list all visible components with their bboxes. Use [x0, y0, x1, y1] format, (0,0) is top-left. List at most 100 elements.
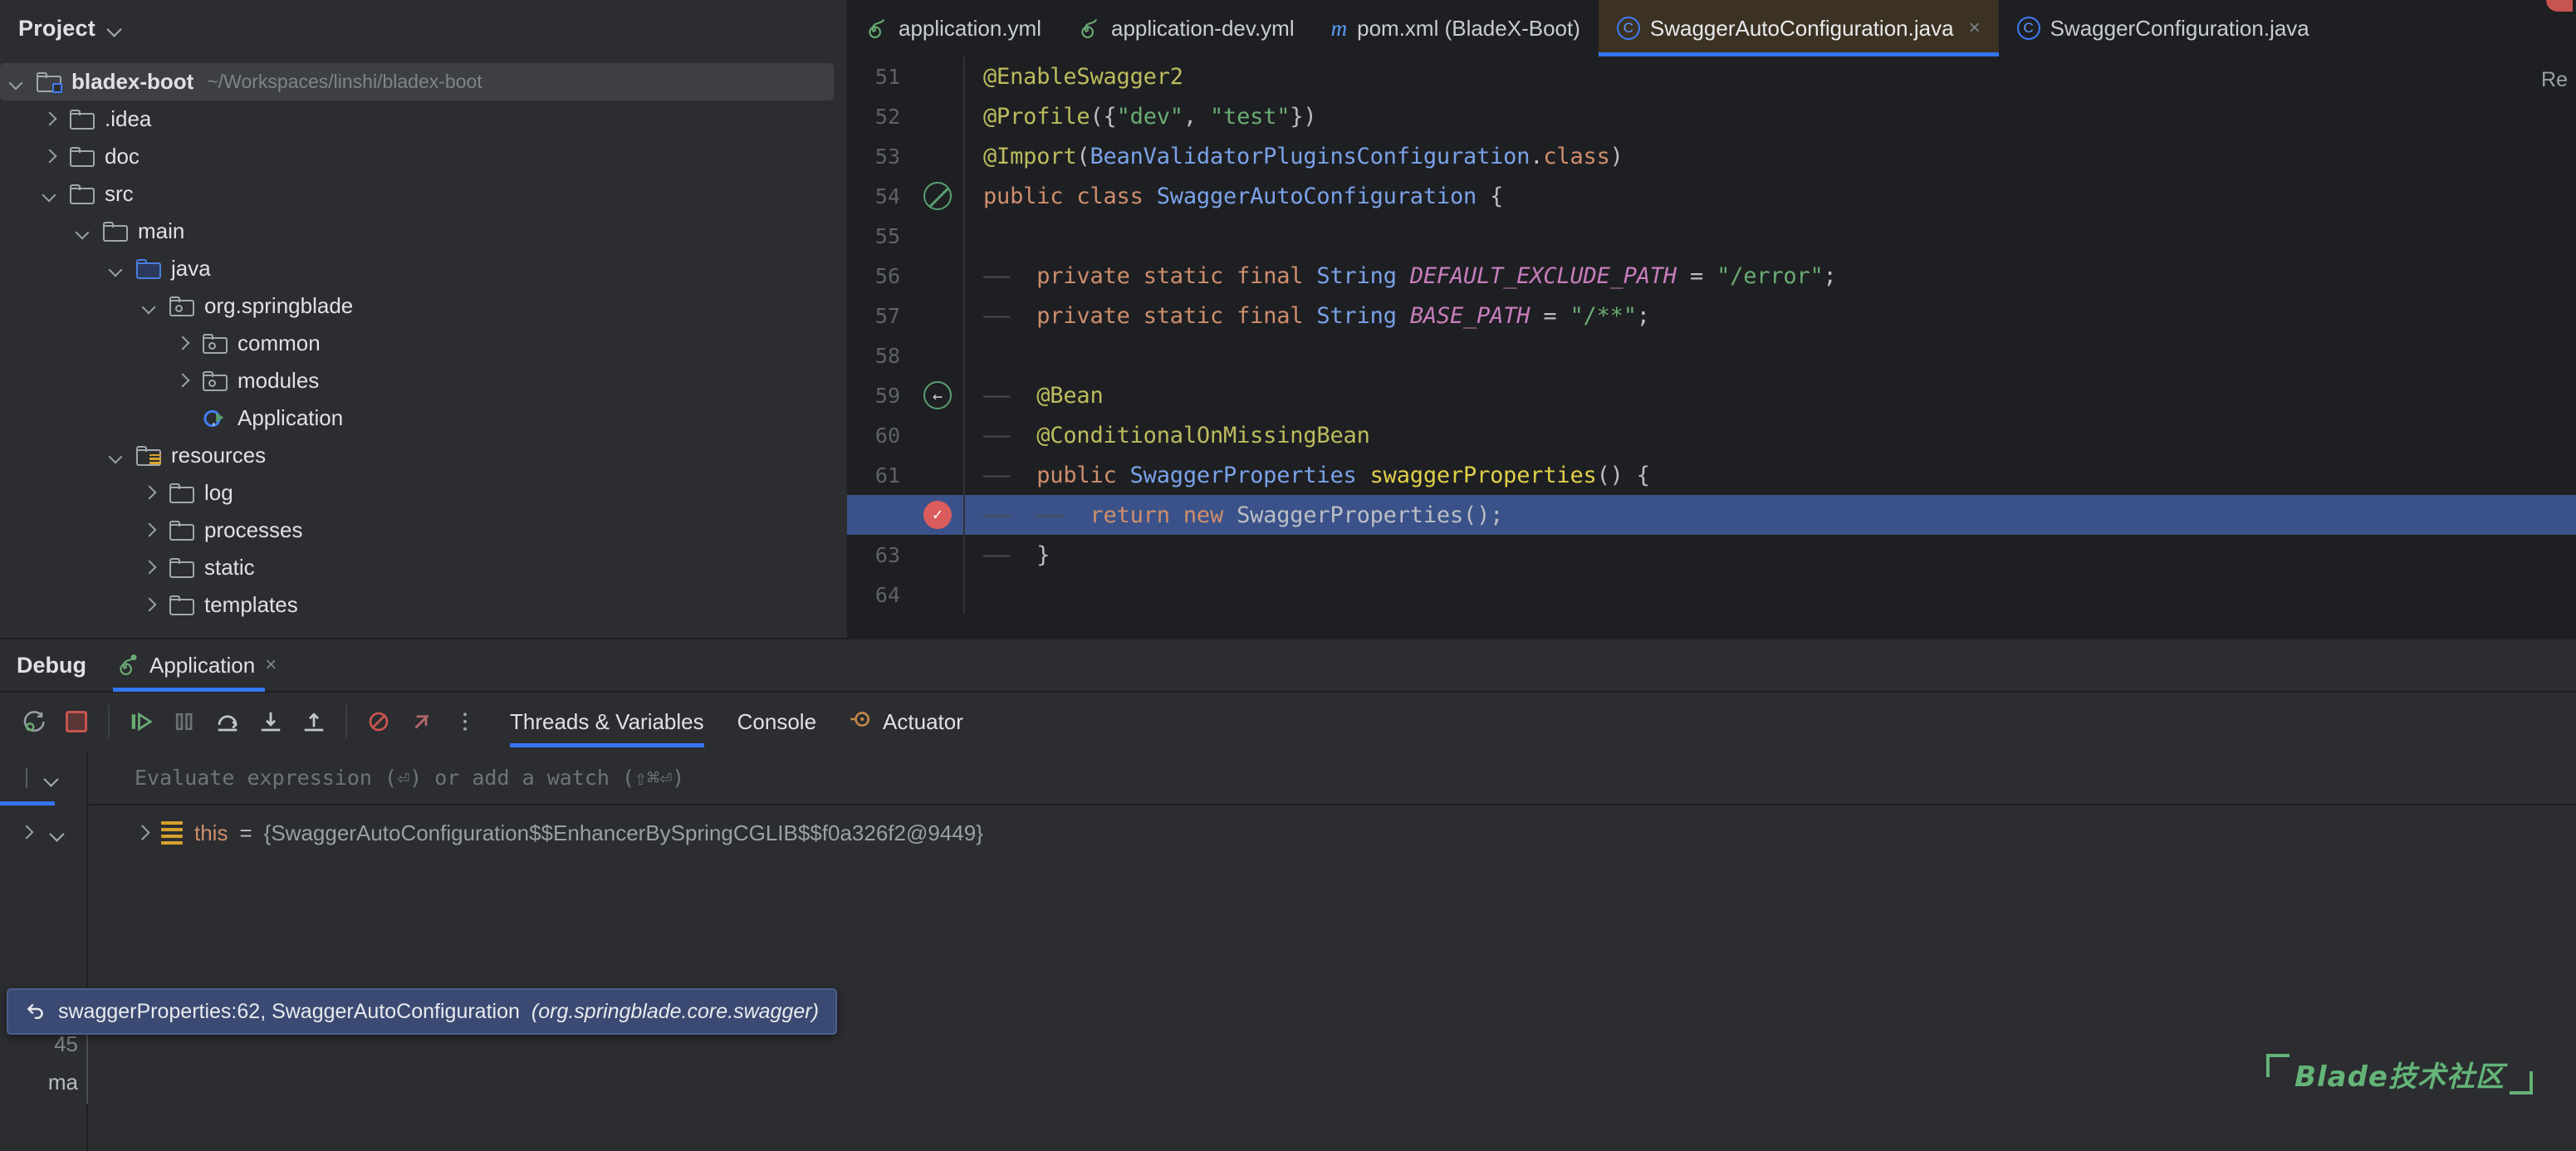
tree-node-application[interactable]: Application	[0, 399, 847, 437]
expand-toggle[interactable]	[133, 524, 166, 537]
tree-node-idea[interactable]: .idea	[0, 100, 847, 138]
line-number: 60	[874, 423, 900, 448]
chevron-down-icon[interactable]	[42, 769, 61, 787]
rail-divider	[26, 768, 27, 788]
notification-dot-icon	[2546, 0, 2573, 12]
tree-node-java[interactable]: java	[0, 250, 847, 287]
spring-yaml-icon	[865, 17, 889, 40]
rerun-debug-button[interactable]	[12, 700, 55, 743]
code-line[interactable]: 51 @EnableSwagger2	[847, 56, 2576, 96]
editor-tab-application-dev-yml[interactable]: application-dev.yml	[1060, 0, 1313, 56]
line-text: —— private static final String DEFAULT_E…	[983, 262, 1837, 289]
folder-icon	[166, 520, 198, 541]
tree-node-static[interactable]: static	[0, 549, 847, 586]
variable-row-this[interactable]: this = {SwaggerAutoConfiguration$$Enhanc…	[88, 806, 2576, 860]
tree-node-common[interactable]: common	[0, 325, 847, 362]
code-line[interactable]: 56 —— private static final String DEFAUL…	[847, 256, 2576, 296]
variables-expand-toggle[interactable]	[0, 806, 86, 860]
expand-toggle[interactable]	[33, 150, 66, 164]
ide-window: Project application.yml application-dev.…	[0, 0, 2576, 1151]
expand-toggle[interactable]	[66, 225, 100, 238]
java-class-icon: C	[1616, 17, 1640, 40]
editor-tab-pom-xml[interactable]: m pom.xml (BladeX-Boot)	[1313, 0, 1599, 56]
tree-node-log[interactable]: log	[0, 474, 847, 512]
pause-button[interactable]	[163, 700, 206, 743]
tree-node-resources[interactable]: resources	[0, 437, 847, 474]
expand-toggle[interactable]	[166, 375, 199, 388]
tab-threads-and-variables[interactable]: Threads & Variables	[510, 693, 704, 751]
code-line[interactable]: 53 @Import(BeanValidatorPluginsConfigura…	[847, 136, 2576, 176]
code-line[interactable]: 61 —— public SwaggerProperties swaggerPr…	[847, 455, 2576, 495]
code-line-current[interactable]: —— —— return new SwaggerProperties();	[847, 495, 2576, 535]
editor-tab-application-yml[interactable]: application.yml	[847, 0, 1060, 56]
tree-node-org-springblade[interactable]: org.springblade	[0, 287, 847, 325]
evaluate-expression-input[interactable]: Evaluate expression (⏎) or add a watch (…	[88, 751, 2576, 806]
breakpoint-icon[interactable]	[912, 501, 963, 529]
tree-node-label: org.springblade	[204, 293, 354, 318]
variable-equals: =	[239, 820, 252, 845]
bean-marker-icon[interactable]	[912, 381, 963, 409]
expand-toggle[interactable]	[100, 449, 133, 463]
step-out-button[interactable]	[292, 700, 335, 743]
frames-collapse-toggle[interactable]	[0, 751, 86, 806]
line-text: public class SwaggerAutoConfiguration {	[983, 183, 1504, 209]
more-vertical-icon[interactable]	[443, 700, 487, 743]
editor-tab-swagger-configuration[interactable]: C SwaggerConfiguration.java	[1999, 0, 2328, 56]
tab-actuator[interactable]: Actuator	[850, 693, 963, 751]
code-line[interactable]: 58	[847, 336, 2576, 375]
expand-toggle[interactable]	[166, 337, 199, 350]
frame-tooltip[interactable]: swaggerProperties:62, SwaggerAutoConfigu…	[7, 988, 837, 1035]
code-line[interactable]: 57 —— private static final String BASE_P…	[847, 296, 2576, 336]
code-editor[interactable]: Re 51 @EnableSwagger2 52 @Profile({"dev"…	[847, 56, 2576, 638]
editor-tab-label: SwaggerConfiguration.java	[2050, 15, 2309, 41]
project-tree[interactable]: bladex-boot ~/Workspaces/linshi/bladex-b…	[0, 56, 847, 638]
debug-session-tab-label: Application	[149, 652, 256, 678]
close-icon[interactable]: ×	[265, 654, 277, 677]
debug-tab-bar: Debug Application ×	[0, 639, 2576, 693]
line-text: @Profile({"dev", "test"})	[983, 103, 1317, 130]
expand-toggle[interactable]	[133, 561, 166, 575]
expand-toggle[interactable]	[100, 262, 133, 276]
chevron-right-icon[interactable]	[20, 826, 33, 840]
chevron-down-icon[interactable]	[105, 19, 124, 37]
expand-toggle[interactable]	[133, 599, 166, 612]
step-over-button[interactable]	[206, 700, 249, 743]
stop-button[interactable]	[55, 700, 98, 743]
tree-node-src[interactable]: src	[0, 175, 847, 213]
tab-console[interactable]: Console	[737, 693, 816, 751]
chevron-right-icon[interactable]	[135, 825, 149, 840]
tree-node-modules[interactable]: modules	[0, 362, 847, 399]
line-number: 58	[874, 343, 900, 368]
expand-toggle[interactable]	[0, 76, 33, 89]
code-line[interactable]: 60 —— @ConditionalOnMissingBean	[847, 415, 2576, 455]
code-line[interactable]: 54 public class SwaggerAutoConfiguration…	[847, 176, 2576, 216]
chevron-down-icon[interactable]	[48, 824, 66, 842]
class-marker-icon[interactable]	[912, 182, 963, 210]
code-line[interactable]: 55	[847, 216, 2576, 256]
tree-node-templates[interactable]: templates	[0, 586, 847, 624]
step-into-button[interactable]	[249, 700, 292, 743]
editor-tab-swagger-auto-configuration[interactable]: C SwaggerAutoConfiguration.java ×	[1598, 0, 1999, 56]
expand-toggle[interactable]	[133, 487, 166, 500]
debug-session-tab-application[interactable]: Application ×	[106, 639, 286, 692]
code-line[interactable]: 64	[847, 575, 2576, 615]
folder-icon	[166, 557, 198, 578]
project-panel-header[interactable]: Project	[0, 0, 847, 56]
view-breakpoints-button[interactable]	[400, 700, 443, 743]
code-line[interactable]: 52 @Profile({"dev", "test"})	[847, 96, 2576, 136]
debug-main: Evaluate expression (⏎) or add a watch (…	[88, 751, 2576, 1151]
package-icon	[199, 370, 231, 391]
tree-node-processes[interactable]: processes	[0, 512, 847, 549]
corner-bracket-icon	[2266, 1054, 2290, 1077]
close-icon[interactable]: ×	[1969, 17, 1981, 40]
tree-node-main[interactable]: main	[0, 213, 847, 250]
expand-toggle[interactable]	[133, 300, 166, 313]
tree-node-bladex-boot[interactable]: bladex-boot ~/Workspaces/linshi/bladex-b…	[0, 63, 834, 100]
code-line[interactable]: 59 —— @Bean	[847, 375, 2576, 415]
code-line[interactable]: 63 —— }	[847, 535, 2576, 575]
expand-toggle[interactable]	[33, 188, 66, 201]
resume-button[interactable]	[120, 700, 163, 743]
expand-toggle[interactable]	[33, 113, 66, 126]
tree-node-doc[interactable]: doc	[0, 138, 847, 175]
mute-breakpoints-button[interactable]	[357, 700, 400, 743]
